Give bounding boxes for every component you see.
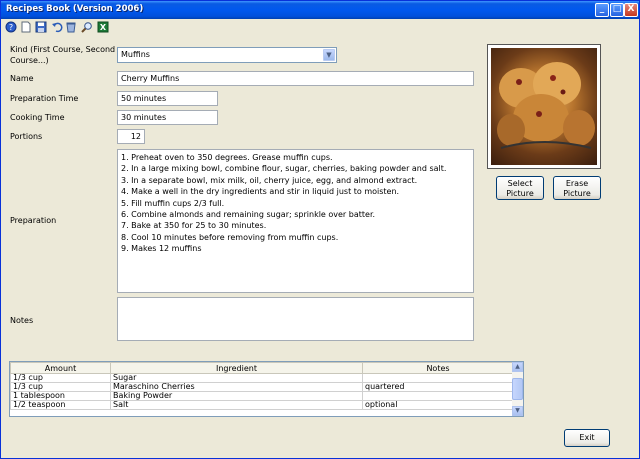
column-header-amount[interactable]: Amount	[10, 362, 111, 374]
table-row[interactable]: 1/3 cup Sugar	[10, 373, 514, 383]
table-row[interactable]: 1/3 cup Maraschino Cherries quartered	[10, 382, 514, 392]
table-row[interactable]: 1/2 teaspoon Salt optional	[10, 400, 514, 410]
chevron-down-icon[interactable]: ▼	[323, 49, 335, 61]
preparation-line: 2. In a large mixing bowl, combine flour…	[121, 164, 447, 174]
preparation-line: 4. Make a well in the dry ingredients an…	[121, 187, 400, 197]
table-header-row: Amount Ingredient Notes	[10, 362, 514, 374]
notes-cell[interactable]	[362, 391, 514, 401]
ingredient-cell[interactable]: Sugar	[110, 373, 363, 383]
column-header-notes[interactable]: Notes	[362, 362, 514, 374]
notes-cell[interactable]: optional	[362, 400, 514, 410]
column-header-ingredient[interactable]: Ingredient	[110, 362, 363, 374]
preparation-line: 8. Cool 10 minutes before removing from …	[121, 232, 339, 242]
new-icon[interactable]	[20, 21, 32, 33]
prep-time-field[interactable]: 50 minutes	[117, 91, 218, 106]
table-scrollbar[interactable]: ▲ ▼	[512, 362, 523, 416]
portions-label: Portions	[10, 132, 43, 141]
kind-value: Muffins	[121, 50, 150, 59]
recipe-photo	[491, 48, 597, 165]
preparation-textarea[interactable]: 1. Preheat oven to 350 degrees. Grease m…	[117, 149, 474, 293]
ingredients-table[interactable]: Amount Ingredient Notes 1/3 cup Sugar 1/…	[9, 361, 524, 417]
notes-cell[interactable]	[362, 373, 514, 383]
preparation-line: 1. Preheat oven to 350 degrees. Grease m…	[121, 153, 333, 162]
notes-cell[interactable]: quartered	[362, 382, 514, 392]
amount-cell[interactable]: 1/3 cup	[10, 382, 111, 392]
name-label: Name	[10, 74, 34, 83]
excel-icon[interactable]: X	[97, 21, 109, 33]
ingredient-cell[interactable]: Salt	[110, 400, 363, 410]
svg-text:X: X	[100, 23, 107, 32]
scroll-down-icon[interactable]: ▼	[512, 406, 523, 416]
exit-button[interactable]: Exit	[564, 429, 610, 447]
preparation-line: 9. Makes 12 muffins	[121, 244, 202, 254]
app-window: Recipes Book (Version 2006) _ □ X ? X Ki…	[0, 0, 640, 459]
select-picture-button[interactable]: Select Picture	[496, 176, 544, 200]
ingredient-cell[interactable]: Baking Powder	[110, 391, 363, 401]
scroll-up-icon[interactable]: ▲	[512, 362, 523, 372]
kind-select[interactable]: Muffins ▼	[117, 47, 337, 63]
amount-cell[interactable]: 1/3 cup	[10, 373, 111, 383]
erase-picture-button[interactable]: Erase Picture	[553, 176, 601, 200]
close-button[interactable]: X	[624, 3, 638, 17]
preparation-line: 5. Fill muffin cups 2/3 full.	[121, 198, 225, 208]
maximize-button[interactable]: □	[610, 3, 624, 17]
save-icon[interactable]	[35, 21, 47, 33]
preparation-line: 6. Combine almonds and remaining sugar; …	[121, 210, 376, 220]
cook-time-field[interactable]: 30 minutes	[117, 110, 218, 125]
preparation-label: Preparation	[10, 216, 57, 225]
amount-cell[interactable]: 1/2 teaspoon	[10, 400, 111, 410]
scroll-thumb[interactable]	[512, 378, 523, 400]
kind-label: Kind (First Course, Second Course...)	[10, 45, 116, 65]
undo-icon[interactable]	[51, 21, 63, 33]
table-row[interactable]: 1 tablespoon Baking Powder	[10, 391, 514, 401]
help-icon[interactable]: ?	[5, 21, 17, 33]
minimize-button[interactable]: _	[595, 3, 609, 17]
title-bar: Recipes Book (Version 2006) _ □ X	[1, 1, 639, 19]
delete-icon[interactable]	[65, 21, 77, 33]
search-icon[interactable]	[81, 21, 93, 33]
svg-text:?: ?	[9, 23, 13, 32]
muffin-image	[497, 62, 595, 149]
window-title: Recipes Book (Version 2006)	[6, 4, 144, 14]
ingredient-cell[interactable]: Maraschino Cherries	[110, 382, 363, 392]
cook-time-label: Cooking Time	[10, 113, 65, 122]
prep-time-label: Preparation Time	[10, 94, 79, 103]
name-field[interactable]: Cherry Muffins	[117, 71, 474, 86]
notes-textarea[interactable]	[117, 297, 474, 341]
preparation-line: 3. In a separate bowl, mix milk, oil, ch…	[121, 175, 418, 185]
portions-field[interactable]: 12	[117, 129, 145, 144]
recipe-picture-frame	[487, 44, 601, 169]
amount-cell[interactable]: 1 tablespoon	[10, 391, 111, 401]
notes-label: Notes	[10, 316, 34, 325]
preparation-line: 7. Bake at 350 for 25 to 30 minutes.	[121, 221, 267, 231]
